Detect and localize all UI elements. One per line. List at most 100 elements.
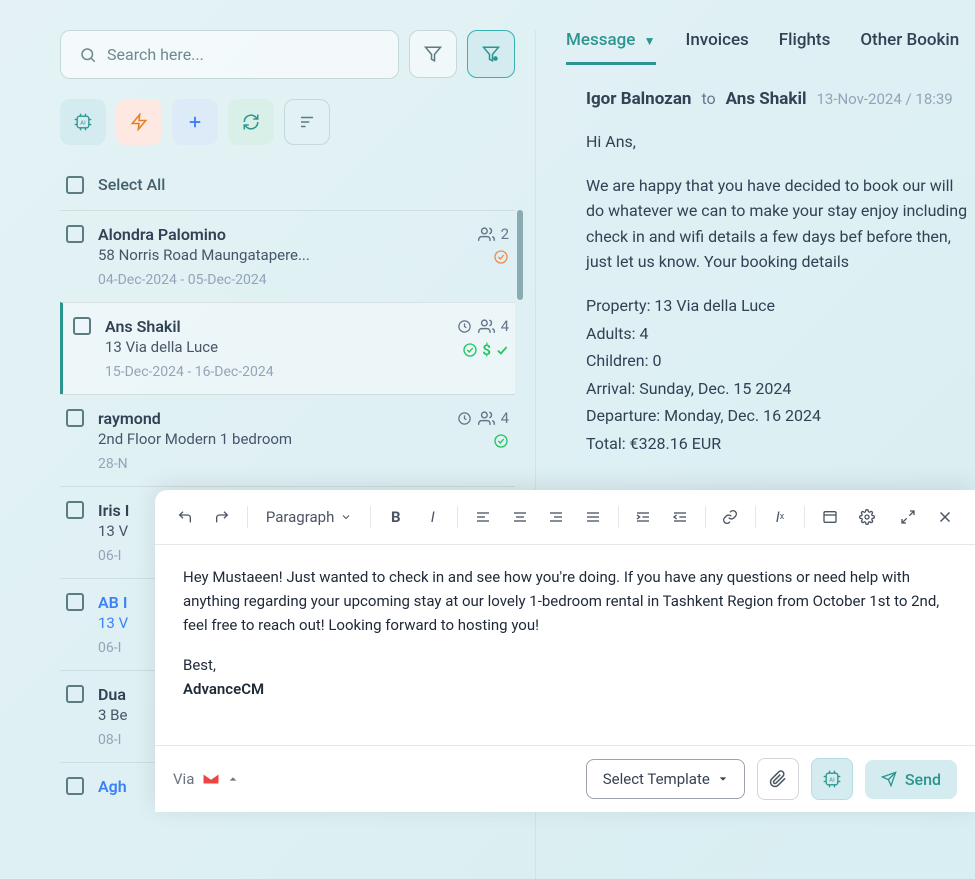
sort-icon xyxy=(298,113,316,131)
caret-down-icon: ▼ xyxy=(644,34,656,48)
ai-compose-button[interactable]: AI xyxy=(811,758,853,800)
row-count: 2 xyxy=(501,225,509,243)
tab-invoices[interactable]: Invoices xyxy=(686,30,749,65)
redo-button[interactable] xyxy=(206,500,239,534)
row-count: 4 xyxy=(501,317,509,335)
outdent-icon xyxy=(672,509,688,525)
people-icon xyxy=(478,410,495,427)
row-sub: 2nd Floor Modern 1 bedroom xyxy=(98,430,443,448)
scrollbar-thumb[interactable] xyxy=(517,210,523,300)
via-selector[interactable]: Via xyxy=(173,770,238,788)
select-template-button[interactable]: Select Template xyxy=(586,759,745,799)
row-name: Ans Shakil xyxy=(105,317,443,336)
row-checkbox[interactable] xyxy=(66,225,84,243)
row-checkbox[interactable] xyxy=(73,317,91,335)
expand-button[interactable] xyxy=(891,500,924,534)
indent-button[interactable] xyxy=(627,500,660,534)
row-checkbox[interactable] xyxy=(66,501,84,519)
list-item[interactable]: raymond 2nd Floor Modern 1 bedroom 28-N … xyxy=(60,394,515,486)
close-composer-button[interactable] xyxy=(928,500,961,534)
funnel-icon xyxy=(424,45,442,63)
caret-up-icon xyxy=(228,774,238,784)
message-to-label: to xyxy=(701,89,715,108)
row-name: raymond xyxy=(98,409,443,428)
ai-chip-icon: AI xyxy=(822,769,842,789)
close-icon xyxy=(936,508,954,526)
link-button[interactable] xyxy=(714,500,747,534)
bolt-icon xyxy=(130,113,148,131)
list-item[interactable]: Ans Shakil 13 Via della Luce 15-Dec-2024… xyxy=(60,302,515,394)
message-to: Ans Shakil xyxy=(726,89,807,109)
ai-chip-icon: AI xyxy=(73,112,93,132)
people-icon xyxy=(478,226,495,243)
message-paragraph: We are happy that you have decided to bo… xyxy=(586,173,975,275)
select-all-label: Select All xyxy=(98,175,165,194)
align-center-button[interactable] xyxy=(503,500,536,534)
check-circle-icon xyxy=(493,249,509,265)
settings-button[interactable] xyxy=(850,500,883,534)
media-button[interactable] xyxy=(813,500,846,534)
row-name: Alondra Palomino xyxy=(98,225,464,244)
row-count: 4 xyxy=(501,409,509,427)
caret-down-icon xyxy=(718,774,728,784)
tab-flights[interactable]: Flights xyxy=(779,30,831,65)
attach-button[interactable] xyxy=(757,758,799,800)
link-icon xyxy=(722,509,738,525)
message-body: Hi Ans, We are happy that you have decid… xyxy=(566,129,975,457)
search-input[interactable]: Search here... xyxy=(60,30,399,79)
message-greeting: Hi Ans, xyxy=(586,129,975,155)
redo-icon xyxy=(214,509,230,525)
clear-format-button[interactable]: Ix xyxy=(764,500,797,534)
paperclip-icon xyxy=(769,770,787,788)
align-right-icon xyxy=(548,509,564,525)
media-icon xyxy=(822,509,838,525)
filter-button[interactable] xyxy=(409,30,457,78)
refresh-tool-button[interactable] xyxy=(228,99,274,145)
editor-toolbar: Paragraph B I Ix xyxy=(155,490,975,545)
tab-other-bookin[interactable]: Other Bookin xyxy=(860,30,959,65)
row-dates: 15-Dec-2024 - 16-Dec-2024 xyxy=(105,364,443,380)
filter-alt-button[interactable] xyxy=(467,30,515,78)
align-justify-button[interactable] xyxy=(577,500,610,534)
select-all-checkbox[interactable] xyxy=(66,176,84,194)
bolt-tool-button[interactable] xyxy=(116,99,162,145)
clock-icon xyxy=(457,411,472,426)
search-placeholder: Search here... xyxy=(107,45,204,64)
italic-button[interactable]: I xyxy=(416,500,449,534)
sort-tool-button[interactable] xyxy=(284,99,330,145)
add-tool-button[interactable] xyxy=(172,99,218,145)
undo-icon xyxy=(177,509,193,525)
message-date: 13-Nov-2024 / 18:39 xyxy=(816,90,952,108)
row-checkbox[interactable] xyxy=(66,409,84,427)
svg-text:AI: AI xyxy=(829,778,835,784)
row-sub: 13 Via della Luce xyxy=(105,338,443,356)
plus-icon xyxy=(186,113,204,131)
svg-text:AI: AI xyxy=(80,121,86,127)
gear-icon xyxy=(859,509,875,525)
tab-message[interactable]: Message ▼ xyxy=(566,30,656,65)
composer-body[interactable]: Hey Mustaeen! Just wanted to check in an… xyxy=(155,545,975,745)
format-select[interactable]: Paragraph xyxy=(256,502,363,532)
align-left-button[interactable] xyxy=(466,500,499,534)
row-dates: 04-Dec-2024 - 05-Dec-2024 xyxy=(98,272,464,288)
align-right-button[interactable] xyxy=(540,500,573,534)
ai-tool-button[interactable]: AI xyxy=(60,99,106,145)
undo-button[interactable] xyxy=(169,500,202,534)
send-icon xyxy=(881,771,897,787)
expand-icon xyxy=(900,509,916,525)
align-left-icon xyxy=(475,509,491,525)
clock-icon xyxy=(457,319,472,334)
row-sub: 58 Norris Road Maungatapere... xyxy=(98,246,464,264)
search-icon xyxy=(79,46,97,64)
indent-icon xyxy=(635,509,651,525)
send-button[interactable]: Send xyxy=(865,760,957,799)
row-dates: 28-N xyxy=(98,456,443,472)
row-checkbox[interactable] xyxy=(66,777,84,795)
check-circle-icon xyxy=(462,342,478,358)
row-checkbox[interactable] xyxy=(66,593,84,611)
outdent-button[interactable] xyxy=(664,500,697,534)
bold-button[interactable]: B xyxy=(379,500,412,534)
list-item[interactable]: Alondra Palomino 58 Norris Road Maungata… xyxy=(60,210,515,302)
align-justify-icon xyxy=(585,509,601,525)
row-checkbox[interactable] xyxy=(66,685,84,703)
